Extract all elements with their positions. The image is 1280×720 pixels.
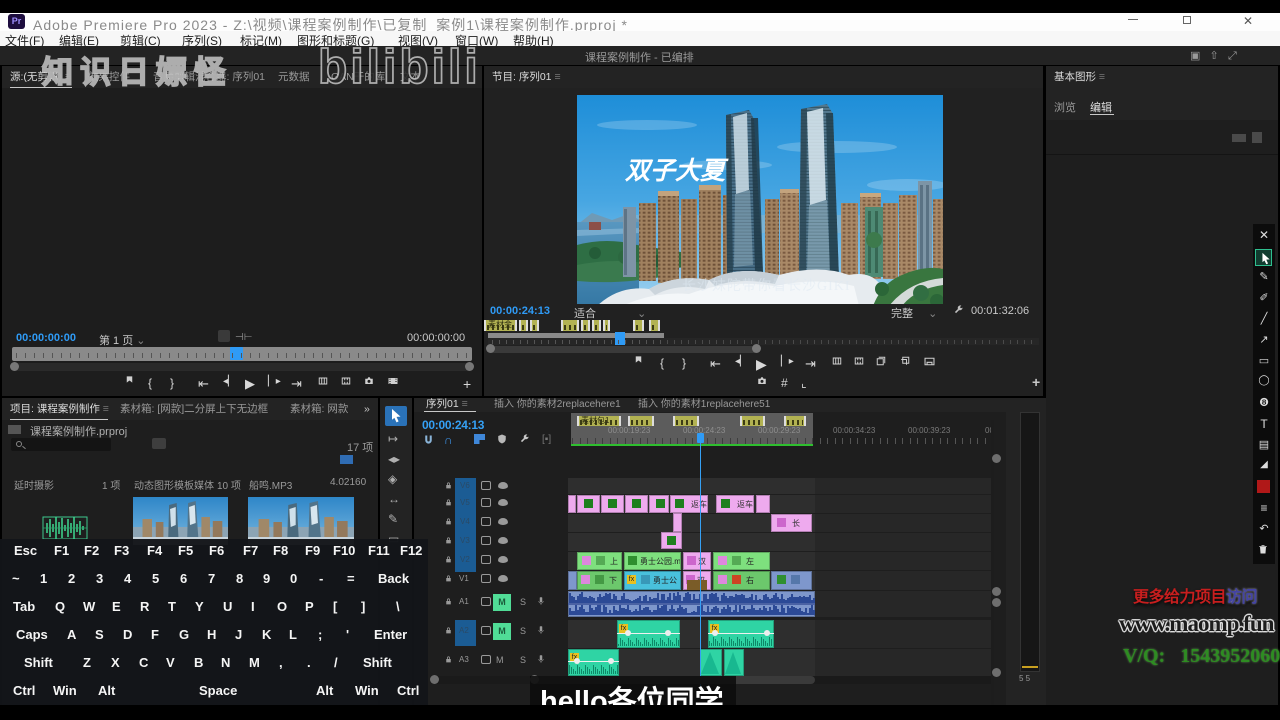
svg-text:长沙妹陀带你看长沙GIKI: 长沙妹陀带你看长沙GIKI	[682, 278, 851, 294]
svg-text:双子大夏: 双子大夏	[625, 157, 729, 185]
